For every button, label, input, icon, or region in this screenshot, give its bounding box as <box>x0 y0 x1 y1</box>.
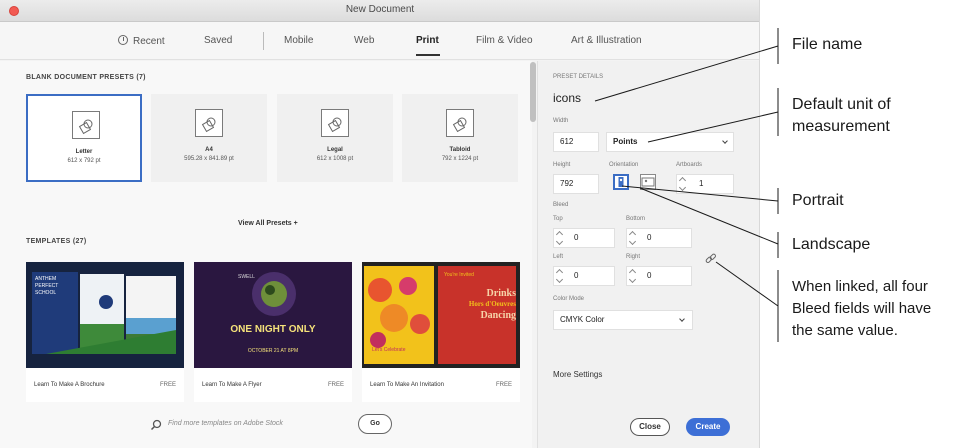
callout-default-unit: Default unit of measurement <box>792 96 891 135</box>
callout-portrait: Portrait <box>792 192 844 209</box>
callout-linked-bleed: When linked, all four Bleed fields will … <box>792 278 932 339</box>
callout-file-name: File name <box>792 36 863 53</box>
annotated-screenshot: New Document Recent Saved Mobile Web Pri… <box>0 0 980 448</box>
callout-lines <box>594 28 779 342</box>
callout-landscape: Landscape <box>792 236 871 253</box>
